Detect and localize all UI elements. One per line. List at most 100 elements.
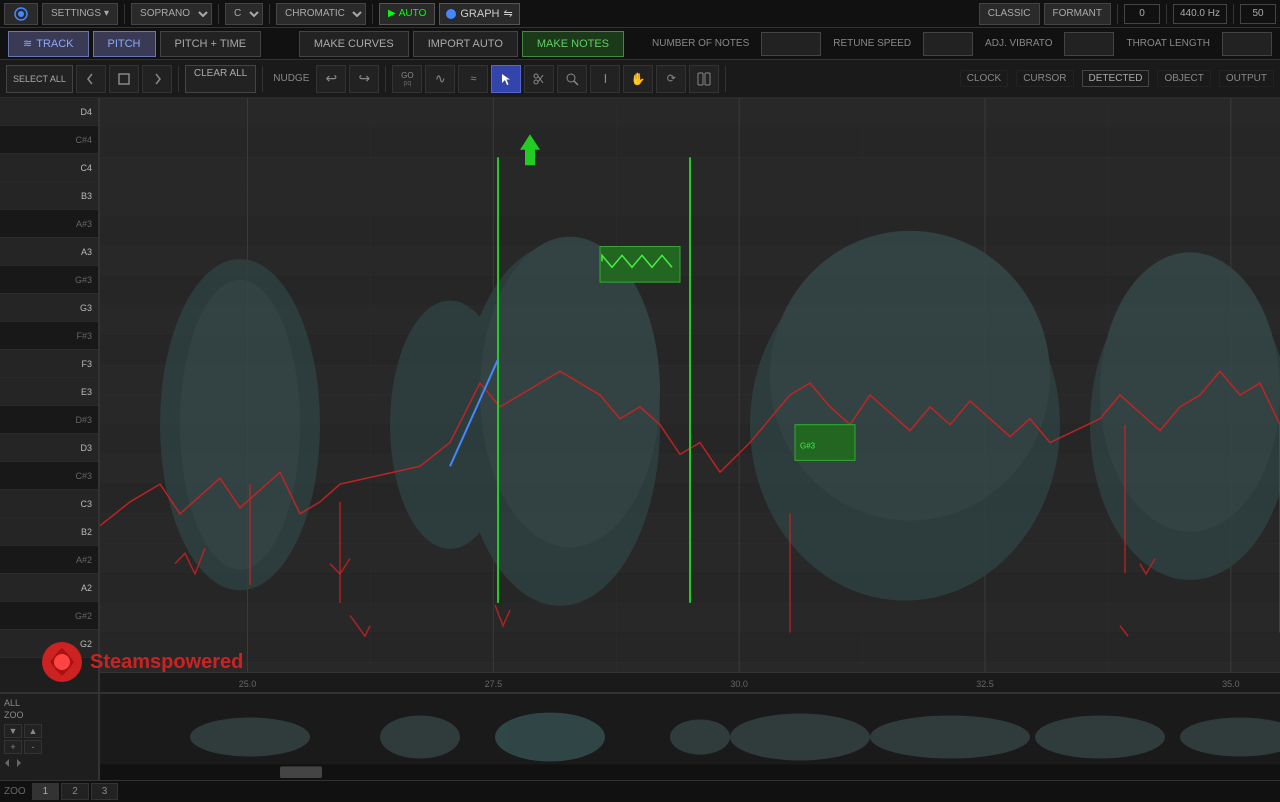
tab-3[interactable]: 3 <box>91 783 119 800</box>
voice-select[interactable]: SOPRANO ALTO TENOR BASS <box>131 3 212 25</box>
output-item[interactable]: OUTPUT <box>1219 70 1274 87</box>
wave2-tool[interactable]: ≈ <box>458 65 488 93</box>
bpm-input[interactable]: 0 <box>1124 4 1160 24</box>
scale-select[interactable]: CHROMATICMAJORMINOR <box>276 3 366 25</box>
play-icon: ▶ <box>388 8 396 19</box>
piano-key-b2[interactable]: B2 <box>0 518 98 546</box>
piano-key-cs4[interactable]: C#4 <box>0 126 98 154</box>
num-notes-knob[interactable] <box>761 32 821 56</box>
transport-label: AUTO <box>399 8 427 19</box>
undo-tool[interactable]: ↩ <box>316 65 346 93</box>
tb-divider4 <box>725 66 726 92</box>
scroll-up-button[interactable]: ▲ <box>24 724 42 738</box>
bottom-waveform-svg <box>100 694 1280 780</box>
piano-key-gs3[interactable]: G#3 <box>0 266 98 294</box>
zoom-in-button[interactable]: + <box>4 740 22 754</box>
logo-button[interactable] <box>4 3 38 25</box>
make-curves-label: MAKE CURVES <box>314 38 394 50</box>
piano-key-c4[interactable]: C4 <box>0 154 98 182</box>
nudge-label: NUDGE <box>269 73 313 84</box>
cut-tool[interactable] <box>524 65 554 93</box>
cursor-tool[interactable] <box>491 65 521 93</box>
piano-key-as2[interactable]: A#2 <box>0 546 98 574</box>
piano-key-a2[interactable]: A2 <box>0 574 98 602</box>
pitch-label: PITCH <box>108 38 141 50</box>
pitch-time-button[interactable]: PITCH + TIME <box>160 31 262 57</box>
num-input[interactable]: 50 <box>1240 4 1276 24</box>
go-tool[interactable]: GO pq <box>392 65 422 93</box>
waveform-area[interactable]: G#3 25.027.530.032.535.0 <box>100 98 1280 692</box>
transport-button[interactable]: ▶ AUTO <box>379 3 435 25</box>
formant-button[interactable]: FORMANT <box>1044 3 1111 25</box>
clear-all-button[interactable]: CLEAR ALL <box>185 65 256 93</box>
piano-key-b3[interactable]: B3 <box>0 182 98 210</box>
logo-icon <box>13 6 29 22</box>
divider-5 <box>1117 4 1118 24</box>
right-icon <box>150 72 164 86</box>
all-label: ALL <box>4 698 20 708</box>
piano-key-f3[interactable]: F3 <box>0 350 98 378</box>
piano-key-c3[interactable]: C3 <box>0 490 98 518</box>
import-auto-button[interactable]: IMPORT AUTO <box>413 31 518 57</box>
select-all-button[interactable]: SELECT ALL <box>6 65 73 93</box>
clock-section: CLOCK CURSOR DETECTED OBJECT OUTPUT <box>960 70 1274 87</box>
tab-2[interactable]: 2 <box>61 783 89 800</box>
scroll-bar-toggle[interactable] <box>4 758 22 771</box>
track-label: TRACK <box>36 38 73 50</box>
object-item[interactable]: OBJECT <box>1157 70 1210 87</box>
make-notes-button[interactable]: MAKE NOTES <box>522 31 624 57</box>
graph-label: GRAPH <box>460 8 499 20</box>
zoom-label: ZOO <box>4 710 24 720</box>
right-tool[interactable] <box>142 65 172 93</box>
classic-button[interactable]: CLASSIC <box>979 3 1040 25</box>
zoom-tool[interactable] <box>557 65 587 93</box>
pitch-button[interactable]: PITCH <box>93 31 156 57</box>
tab-3-label: 3 <box>102 786 108 797</box>
throat-length-label: THROAT LENGTH <box>1126 38 1210 49</box>
throat-length-knob[interactable] <box>1222 32 1272 56</box>
graph-toggle[interactable]: GRAPH ⇋ <box>439 3 519 25</box>
detected-item[interactable]: DETECTED <box>1082 70 1150 87</box>
clock-item[interactable]: CLOCK <box>960 70 1008 87</box>
track-button[interactable]: ≋ TRACK <box>8 31 89 57</box>
adj-vibrato-knob[interactable] <box>1064 32 1114 56</box>
snap-tool[interactable] <box>689 65 719 93</box>
rotate-tool[interactable]: ⟳ <box>656 65 686 93</box>
piano-key-fs3[interactable]: F#3 <box>0 322 98 350</box>
piano-key-e3[interactable]: E3 <box>0 378 98 406</box>
text-tool[interactable]: I <box>590 65 620 93</box>
output-label: OUTPUT <box>1226 73 1267 84</box>
piano-key-g3[interactable]: G3 <box>0 294 98 322</box>
cursor-item[interactable]: CURSOR <box>1016 70 1073 87</box>
hand-tool[interactable]: ✋ <box>623 65 653 93</box>
time-ruler: 25.027.530.032.535.0 <box>100 672 1280 692</box>
zoom-out-button[interactable]: - <box>24 740 42 754</box>
select-all-label: SELECT ALL <box>13 74 66 84</box>
scissors-icon <box>532 72 546 86</box>
wave-tool[interactable]: ∿ <box>425 65 455 93</box>
piano-key-gs2[interactable]: G#2 <box>0 602 98 630</box>
piano-key-d4[interactable]: D4 <box>0 98 98 126</box>
make-curves-button[interactable]: MAKE CURVES <box>299 31 409 57</box>
key-select[interactable]: CDEFG <box>225 3 263 25</box>
classic-label: CLASSIC <box>988 8 1031 19</box>
piano-key-cs3[interactable]: C#3 <box>0 462 98 490</box>
redo-tool[interactable]: ↪ <box>349 65 379 93</box>
zoom-text: ZOO <box>4 786 26 797</box>
main-area: D4C#4C4B3A#3A3G#3G3F#3F3E3D#3D3C#3C3B2A#… <box>0 98 1280 692</box>
select-tool[interactable] <box>109 65 139 93</box>
settings-button[interactable]: SETTINGS ▾ <box>42 3 118 25</box>
freq-value: 440.0 Hz <box>1180 8 1220 19</box>
piano-key-as3[interactable]: A#3 <box>0 210 98 238</box>
tab-1[interactable]: 1 <box>32 783 60 800</box>
retune-speed-knob[interactable] <box>923 32 973 56</box>
zoom-icon <box>565 72 579 86</box>
piano-key-ds3[interactable]: D#3 <box>0 406 98 434</box>
bottom-track-area[interactable] <box>100 694 1280 780</box>
piano-key-a3[interactable]: A3 <box>0 238 98 266</box>
time-mark-30.0: 30.0 <box>730 679 748 689</box>
piano-key-g2[interactable]: G2 <box>0 630 98 658</box>
scroll-down-button[interactable]: ▼ <box>4 724 22 738</box>
piano-key-d3[interactable]: D3 <box>0 434 98 462</box>
move-left-tool[interactable] <box>76 65 106 93</box>
